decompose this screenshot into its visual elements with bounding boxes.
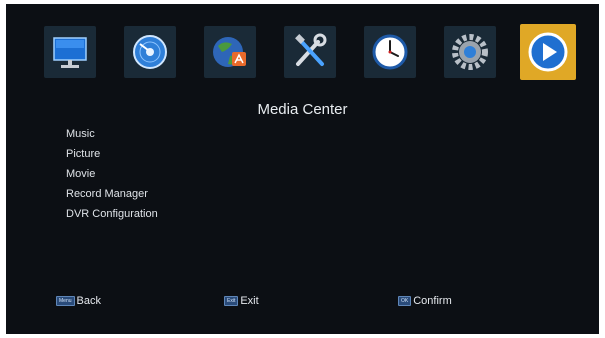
menu-item-picture[interactable]: Picture <box>66 144 158 164</box>
menu-item-music[interactable]: Music <box>66 124 158 144</box>
footer-back[interactable]: Menu Back <box>56 294 101 308</box>
tv-icon <box>53 37 87 68</box>
tile-tools[interactable] <box>284 26 336 78</box>
tile-tv[interactable] <box>44 26 96 78</box>
play-icon <box>528 32 568 72</box>
menu-key-icon: Menu <box>56 296 75 306</box>
footer-exit[interactable]: Exit Exit <box>224 294 259 308</box>
exit-label: Exit <box>240 295 259 307</box>
gear-icon <box>452 34 488 70</box>
menu-item-record-manager[interactable]: Record Manager <box>66 184 158 204</box>
confirm-label: Confirm <box>413 295 452 307</box>
tile-gear[interactable] <box>444 26 496 78</box>
page-title: Media Center <box>257 101 348 118</box>
back-label: Back <box>76 295 101 307</box>
menu-item-movie[interactable]: Movie <box>66 164 158 184</box>
tile-clock[interactable] <box>364 26 416 78</box>
globe-icon <box>213 37 246 67</box>
ok-key-icon: OK <box>398 296 412 306</box>
exit-key-icon: Exit <box>224 296 239 306</box>
disc-icon <box>133 35 167 69</box>
tv-screen: Media Center Music Picture Movie Record … <box>6 4 599 334</box>
tools-icon <box>295 33 327 66</box>
media-menu: Music Picture Movie Record Manager DVR C… <box>66 124 158 224</box>
top-icon-bar <box>6 22 599 82</box>
footer-confirm[interactable]: OK Confirm <box>398 294 452 308</box>
clock-icon <box>372 34 408 70</box>
tile-play[interactable] <box>520 24 576 80</box>
tile-disc[interactable] <box>124 26 176 78</box>
tile-globe[interactable] <box>204 26 256 78</box>
menu-item-dvr-configuration[interactable]: DVR Configuration <box>66 204 158 224</box>
